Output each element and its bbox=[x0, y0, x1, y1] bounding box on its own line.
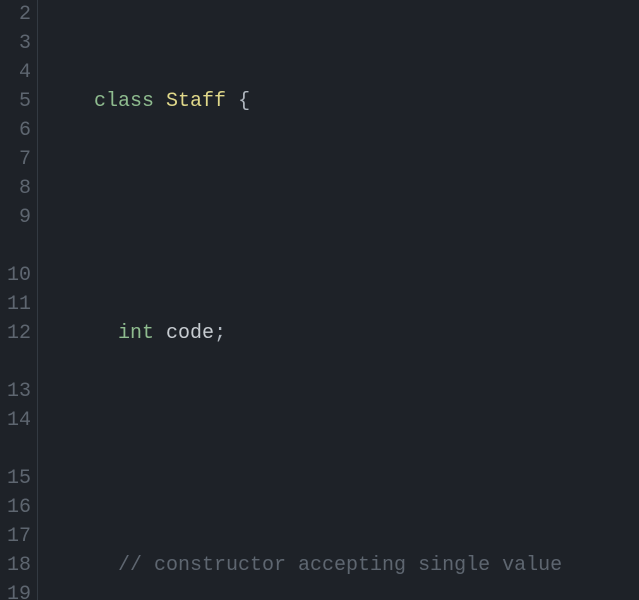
line-number-gutter: 2 3 4 5 6 7 8 9 10 11 12 13 14 15 16 17 … bbox=[0, 0, 38, 600]
line-number: 17 bbox=[0, 522, 31, 551]
line-number: 12 bbox=[0, 319, 31, 348]
identifier: code bbox=[166, 322, 214, 345]
line-number: 5 bbox=[0, 87, 31, 116]
line-number: 16 bbox=[0, 493, 31, 522]
code-line[interactable]: // constructor accepting single value bbox=[46, 551, 639, 580]
keyword-int: int bbox=[118, 322, 154, 345]
type-name: Staff bbox=[166, 90, 226, 113]
line-number: 3 bbox=[0, 29, 31, 58]
code-line[interactable] bbox=[46, 203, 639, 232]
line-number: 18 bbox=[0, 551, 31, 580]
code-editor[interactable]: 2 3 4 5 6 7 8 9 10 11 12 13 14 15 16 17 … bbox=[0, 0, 639, 600]
line-number: 19 bbox=[0, 580, 31, 600]
comment: // constructor accepting single value bbox=[118, 554, 562, 577]
code-line[interactable] bbox=[46, 435, 639, 464]
brace-open: { bbox=[238, 90, 250, 113]
code-line[interactable]: int code; bbox=[46, 319, 639, 348]
line-number: 8 bbox=[0, 174, 31, 203]
keyword-class: class bbox=[94, 90, 154, 113]
line-number: 9 bbox=[0, 203, 31, 232]
line-number: 15 bbox=[0, 464, 31, 493]
line-number: 13 bbox=[0, 377, 31, 406]
line-number: 7 bbox=[0, 145, 31, 174]
line-number: 2 bbox=[0, 0, 31, 29]
line-number: 14 bbox=[0, 406, 31, 435]
line-number bbox=[0, 348, 31, 377]
line-number: 11 bbox=[0, 290, 31, 319]
line-number: 10 bbox=[0, 261, 31, 290]
code-line[interactable]: class Staff { bbox=[46, 87, 639, 116]
code-area[interactable]: class Staff { int code; // constructor a… bbox=[38, 0, 639, 600]
line-number bbox=[0, 232, 31, 261]
line-number bbox=[0, 435, 31, 464]
line-number: 6 bbox=[0, 116, 31, 145]
line-number: 4 bbox=[0, 58, 31, 87]
